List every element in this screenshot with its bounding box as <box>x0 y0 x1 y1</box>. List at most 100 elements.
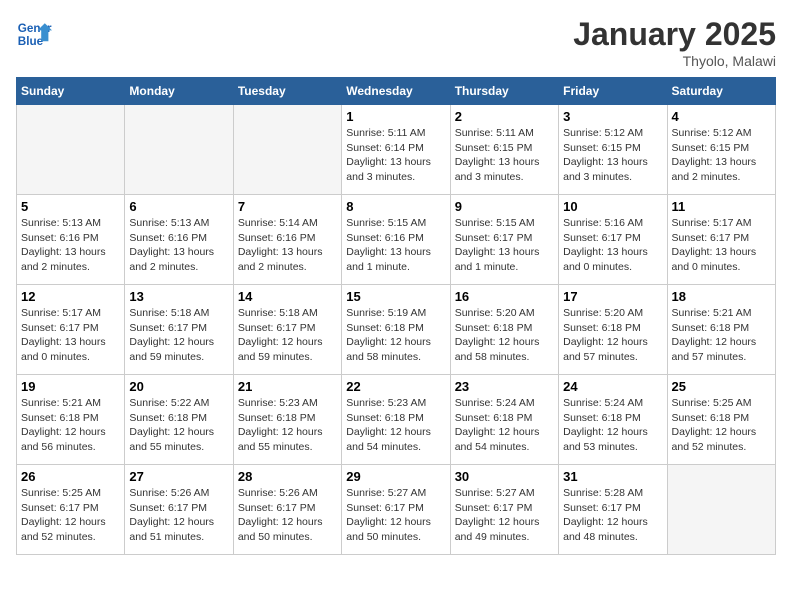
weekday-header-thursday: Thursday <box>450 78 558 105</box>
day-number: 8 <box>346 199 445 214</box>
svg-text:Blue: Blue <box>18 35 44 48</box>
calendar-cell: 8 Sunrise: 5:15 AM Sunset: 6:16 PM Daylig… <box>342 195 450 285</box>
day-number: 12 <box>21 289 120 304</box>
day-number: 26 <box>21 469 120 484</box>
weekday-header-wednesday: Wednesday <box>342 78 450 105</box>
location: Thyolo, Malawi <box>573 53 776 69</box>
day-info: Sunrise: 5:15 AM Sunset: 6:16 PM Dayligh… <box>346 216 445 275</box>
day-number: 25 <box>672 379 771 394</box>
day-info: Sunrise: 5:27 AM Sunset: 6:17 PM Dayligh… <box>455 486 554 545</box>
day-number: 6 <box>129 199 228 214</box>
calendar-cell: 25 Sunrise: 5:25 AM Sunset: 6:18 PM Dayli… <box>667 375 775 465</box>
day-info: Sunrise: 5:11 AM Sunset: 6:15 PM Dayligh… <box>455 126 554 185</box>
day-number: 14 <box>238 289 337 304</box>
day-info: Sunrise: 5:17 AM Sunset: 6:17 PM Dayligh… <box>21 306 120 365</box>
day-info: Sunrise: 5:28 AM Sunset: 6:17 PM Dayligh… <box>563 486 662 545</box>
day-number: 19 <box>21 379 120 394</box>
day-info: Sunrise: 5:25 AM Sunset: 6:17 PM Dayligh… <box>21 486 120 545</box>
logo: General Blue <box>16 16 52 52</box>
calendar-cell <box>17 105 125 195</box>
calendar-week-1: 1 Sunrise: 5:11 AM Sunset: 6:14 PM Daylig… <box>17 105 776 195</box>
day-info: Sunrise: 5:26 AM Sunset: 6:17 PM Dayligh… <box>238 486 337 545</box>
day-info: Sunrise: 5:18 AM Sunset: 6:17 PM Dayligh… <box>129 306 228 365</box>
day-info: Sunrise: 5:24 AM Sunset: 6:18 PM Dayligh… <box>455 396 554 455</box>
day-number: 20 <box>129 379 228 394</box>
calendar-cell: 2 Sunrise: 5:11 AM Sunset: 6:15 PM Daylig… <box>450 105 558 195</box>
day-number: 3 <box>563 109 662 124</box>
day-info: Sunrise: 5:12 AM Sunset: 6:15 PM Dayligh… <box>563 126 662 185</box>
calendar-cell: 5Sunrise: 5:13 AM Sunset: 6:16 PM Daylig… <box>17 195 125 285</box>
calendar-body: 1 Sunrise: 5:11 AM Sunset: 6:14 PM Daylig… <box>17 105 776 555</box>
day-info: Sunrise: 5:23 AM Sunset: 6:18 PM Dayligh… <box>238 396 337 455</box>
month-title: January 2025 <box>573 16 776 53</box>
day-info: Sunrise: 5:11 AM Sunset: 6:14 PM Dayligh… <box>346 126 445 185</box>
calendar-cell: 29Sunrise: 5:27 AM Sunset: 6:17 PM Dayli… <box>342 465 450 555</box>
day-number: 2 <box>455 109 554 124</box>
day-number: 11 <box>672 199 771 214</box>
day-info: Sunrise: 5:26 AM Sunset: 6:17 PM Dayligh… <box>129 486 228 545</box>
weekday-header-saturday: Saturday <box>667 78 775 105</box>
day-info: Sunrise: 5:27 AM Sunset: 6:17 PM Dayligh… <box>346 486 445 545</box>
day-info: Sunrise: 5:15 AM Sunset: 6:17 PM Dayligh… <box>455 216 554 275</box>
day-info: Sunrise: 5:12 AM Sunset: 6:15 PM Dayligh… <box>672 126 771 185</box>
calendar-cell: 17 Sunrise: 5:20 AM Sunset: 6:18 PM Dayli… <box>559 285 667 375</box>
day-number: 4 <box>672 109 771 124</box>
day-info: Sunrise: 5:16 AM Sunset: 6:17 PM Dayligh… <box>563 216 662 275</box>
calendar-cell: 20 Sunrise: 5:22 AM Sunset: 6:18 PM Dayli… <box>125 375 233 465</box>
page-header: General Blue January 2025 Thyolo, Malawi <box>16 16 776 69</box>
day-info: Sunrise: 5:22 AM Sunset: 6:18 PM Dayligh… <box>129 396 228 455</box>
calendar-cell <box>233 105 341 195</box>
calendar-week-4: 19 Sunrise: 5:21 AM Sunset: 6:18 PM Dayli… <box>17 375 776 465</box>
calendar-cell: 12 Sunrise: 5:17 AM Sunset: 6:17 PM Dayli… <box>17 285 125 375</box>
day-number: 23 <box>455 379 554 394</box>
day-number: 1 <box>346 109 445 124</box>
calendar-cell: 21 Sunrise: 5:23 AM Sunset: 6:18 PM Dayli… <box>233 375 341 465</box>
logo-icon: General Blue <box>16 16 52 52</box>
calendar-cell <box>125 105 233 195</box>
day-number: 28 <box>238 469 337 484</box>
calendar-table: SundayMondayTuesdayWednesdayThursdayFrid… <box>16 77 776 555</box>
weekday-header-tuesday: Tuesday <box>233 78 341 105</box>
calendar-cell: 31Sunrise: 5:28 AM Sunset: 6:17 PM Dayli… <box>559 465 667 555</box>
day-number: 24 <box>563 379 662 394</box>
calendar-cell: 4 Sunrise: 5:12 AM Sunset: 6:15 PM Daylig… <box>667 105 775 195</box>
day-info: Sunrise: 5:18 AM Sunset: 6:17 PM Dayligh… <box>238 306 337 365</box>
calendar-week-3: 12 Sunrise: 5:17 AM Sunset: 6:17 PM Dayli… <box>17 285 776 375</box>
day-info: Sunrise: 5:13 AM Sunset: 6:16 PM Dayligh… <box>129 216 228 275</box>
day-number: 15 <box>346 289 445 304</box>
day-number: 9 <box>455 199 554 214</box>
day-number: 21 <box>238 379 337 394</box>
day-info: Sunrise: 5:24 AM Sunset: 6:18 PM Dayligh… <box>563 396 662 455</box>
calendar-cell: 1 Sunrise: 5:11 AM Sunset: 6:14 PM Daylig… <box>342 105 450 195</box>
day-info: Sunrise: 5:20 AM Sunset: 6:18 PM Dayligh… <box>563 306 662 365</box>
calendar-cell: 3 Sunrise: 5:12 AM Sunset: 6:15 PM Daylig… <box>559 105 667 195</box>
calendar-cell: 9 Sunrise: 5:15 AM Sunset: 6:17 PM Daylig… <box>450 195 558 285</box>
day-info: Sunrise: 5:17 AM Sunset: 6:17 PM Dayligh… <box>672 216 771 275</box>
day-number: 7 <box>238 199 337 214</box>
day-info: Sunrise: 5:21 AM Sunset: 6:18 PM Dayligh… <box>21 396 120 455</box>
calendar-week-2: 5 Sunrise: 5:13 AM Sunset: 6:16 PM Daylig… <box>17 195 776 285</box>
day-info: Sunrise: 5:25 AM Sunset: 6:18 PM Dayligh… <box>672 396 771 455</box>
calendar-cell: 27 Sunrise: 5:26 AM Sunset: 6:17 PM Dayli… <box>125 465 233 555</box>
day-number: 22 <box>346 379 445 394</box>
calendar-cell: 6 Sunrise: 5:13 AM Sunset: 6:16 PM Daylig… <box>125 195 233 285</box>
calendar-cell: 14 Sunrise: 5:18 AM Sunset: 6:17 PM Dayli… <box>233 285 341 375</box>
day-number: 10 <box>563 199 662 214</box>
weekday-header-row: SundayMondayTuesdayWednesdayThursdayFrid… <box>17 78 776 105</box>
calendar-cell: 11 Sunrise: 5:17 AM Sunset: 6:17 PM Dayli… <box>667 195 775 285</box>
day-number: 13 <box>129 289 228 304</box>
day-number: 5 <box>21 199 120 214</box>
day-number: 17 <box>563 289 662 304</box>
day-number: 16 <box>455 289 554 304</box>
day-info: Sunrise: 5:23 AM Sunset: 6:18 PM Dayligh… <box>346 396 445 455</box>
calendar-cell: 24 Sunrise: 5:24 AM Sunset: 6:18 PM Dayli… <box>559 375 667 465</box>
weekday-header-monday: Monday <box>125 78 233 105</box>
day-info: Sunrise: 5:14 AM Sunset: 6:16 PM Dayligh… <box>238 216 337 275</box>
calendar-week-5: 26 Sunrise: 5:25 AM Sunset: 6:17 PM Dayli… <box>17 465 776 555</box>
day-number: 18 <box>672 289 771 304</box>
calendar-cell <box>667 465 775 555</box>
title-block: January 2025 Thyolo, Malawi <box>573 16 776 69</box>
day-info: Sunrise: 5:21 AM Sunset: 6:18 PM Dayligh… <box>672 306 771 365</box>
day-number: 27 <box>129 469 228 484</box>
calendar-cell: 16Sunrise: 5:20 AM Sunset: 6:18 PM Dayli… <box>450 285 558 375</box>
